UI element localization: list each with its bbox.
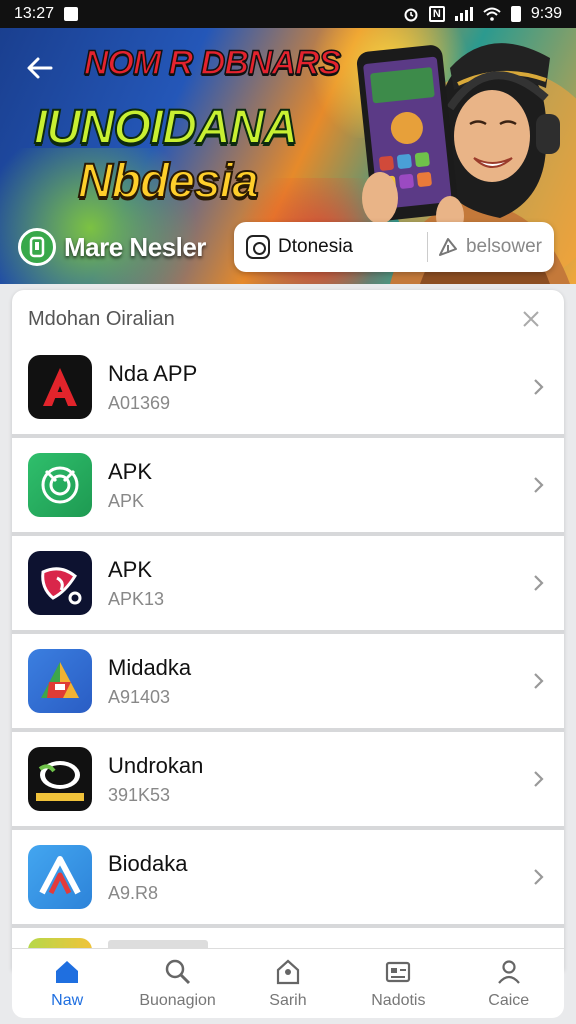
divider (427, 232, 428, 262)
brand-name: Mare Nesler (64, 231, 206, 262)
promo-banner: NOM R DBNARS IUNOIDANA Nbdesia Mare Nesl… (0, 28, 576, 284)
nav-item-location[interactable]: Sarih (238, 958, 338, 1010)
green-logo-icon (28, 453, 92, 517)
status-time: 13:27 (14, 5, 55, 22)
app-subtitle: A9.R8 (108, 882, 159, 903)
list-item[interactable]: Undrokan 391K53 (12, 732, 564, 830)
app-name: APK (108, 458, 153, 484)
app-subtitle: APK13 (108, 588, 165, 609)
region-download-bar[interactable]: Dtonesia belsower (234, 222, 554, 272)
app-name: Biodaka (108, 850, 188, 876)
nav-item-notifications[interactable]: Nadotis (348, 958, 448, 1010)
banner-title-line2: Nbdesia (77, 154, 260, 209)
app-subtitle: 391K53 (108, 784, 171, 805)
bottom-navigation: Naw Buonagion Sarih Nadotis Caice (12, 948, 564, 1018)
list-item[interactable]: APK APK13 (12, 536, 564, 634)
app-name: Midadka (108, 654, 192, 680)
chevron-right-icon (534, 575, 544, 591)
alarm-icon (404, 8, 418, 22)
back-button[interactable] (20, 48, 60, 88)
home-icon (56, 960, 79, 983)
nav-label: Sarih (269, 991, 307, 1009)
dark-logo-icon (28, 551, 92, 615)
blue-a-icon (28, 845, 92, 909)
nav-label: Nadotis (371, 991, 426, 1009)
battery-icon (510, 6, 521, 22)
chevron-right-icon (534, 771, 544, 787)
region-label[interactable]: Dtonesia (278, 236, 419, 258)
brand-badge: Mare Nesler (18, 224, 206, 270)
letter-a-icon (28, 355, 92, 419)
list-title: Mdohan Oiralian (28, 307, 175, 330)
notification-icon (64, 7, 79, 21)
card-icon (386, 961, 411, 982)
app-name: Undrokan (108, 752, 204, 778)
banner-title-line1: IUNOIDANA (33, 100, 299, 155)
nav-label: Naw (51, 991, 84, 1009)
location-icon (276, 959, 300, 984)
chevron-right-icon (534, 379, 544, 395)
nav-label: Caice (488, 991, 530, 1009)
wifi-icon (483, 7, 501, 21)
brand-logo-icon (18, 228, 56, 266)
list-item[interactable]: Nda APP A01369 (12, 340, 564, 438)
list-item[interactable]: APK APK (12, 438, 564, 536)
app-subtitle: A01369 (108, 392, 171, 413)
download-icon (438, 238, 457, 256)
app-list-panel: Mdohan Oiralian Nda APP A01369 APK APK A… (12, 290, 564, 970)
list-item[interactable]: Biodaka A9.R8 (12, 830, 564, 928)
signal-icon (454, 7, 473, 21)
triangle-logo-icon (28, 649, 92, 713)
list-item[interactable]: Midadka A91403 (12, 634, 564, 732)
emblem-logo-icon (28, 747, 92, 811)
nfc-icon: N (428, 6, 445, 22)
chevron-right-icon (534, 477, 544, 493)
status-bar: 13:27 N 9:39 (0, 0, 576, 28)
chevron-right-icon (534, 869, 544, 885)
app-name: APK (108, 556, 153, 582)
app-list: Nda APP A01369 APK APK APK APK13 Midadka… (12, 340, 564, 968)
banner-headline: NOM R DBNARS (83, 43, 342, 83)
chevron-right-icon (534, 673, 544, 689)
back-arrow-icon (27, 57, 53, 79)
app-name: Nda APP (108, 360, 198, 386)
search-icon (165, 959, 190, 984)
nav-label: Buonagion (139, 991, 216, 1009)
profile-icon (497, 959, 520, 984)
nav-item-search[interactable]: Buonagion (128, 958, 228, 1010)
nav-item-profile[interactable]: Caice (459, 958, 559, 1010)
close-icon (523, 311, 539, 327)
download-label: belsower (465, 236, 542, 257)
nav-item-home[interactable]: Naw (17, 958, 117, 1010)
close-button[interactable] (516, 304, 546, 334)
region-icon (246, 235, 270, 259)
app-subtitle: A91403 (108, 686, 171, 707)
app-subtitle: APK (108, 490, 145, 511)
status-right-time: 9:39 (530, 5, 562, 22)
download-button[interactable]: belsower (436, 235, 542, 259)
